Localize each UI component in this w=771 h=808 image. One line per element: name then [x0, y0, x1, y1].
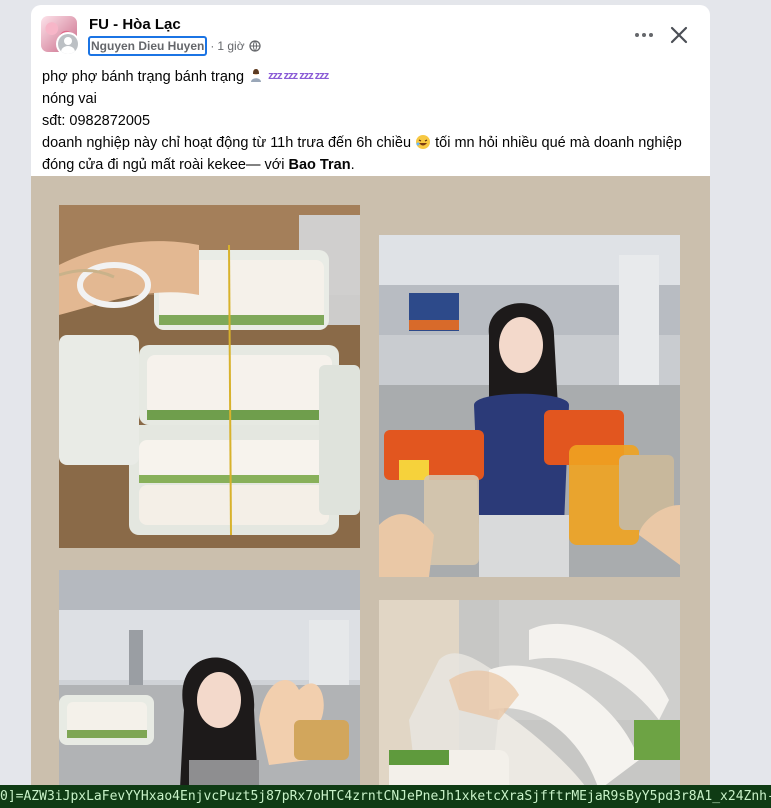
default-user-icon [58, 34, 78, 54]
person-meditating-icon [251, 69, 262, 82]
photo-image [59, 205, 360, 548]
meta-separator: · [210, 39, 215, 53]
more-horizontal-icon[interactable] [629, 25, 659, 45]
photo-girl-roll-box[interactable] [59, 570, 360, 808]
post-time[interactable]: 1 giờ [217, 39, 244, 53]
post-line-4a: doanh nghiệp này chỉ hoạt động từ 11h tr… [42, 135, 412, 151]
status-url: 0]=AZW3iJpxLaFevYYHxao4EnjvcPuzt5j87pRx7… [0, 785, 771, 808]
globe-icon[interactable] [248, 40, 261, 52]
post-line-2: nóng vai [42, 91, 97, 107]
photo-girl-snacks[interactable] [379, 235, 680, 577]
post-text: phợ phợ bánh trạng bánh trạng zzz zzz zz… [42, 65, 682, 176]
rolling-laughing-icon [416, 135, 431, 149]
photo-image [379, 600, 680, 808]
post-card: FU - Hòa Lạc Nguyen Dieu Huyen · 1 giờ p… [31, 5, 710, 808]
mention-link[interactable]: Bao Tran [289, 157, 351, 173]
avatar[interactable] [56, 32, 80, 56]
photo-image [59, 570, 360, 808]
post-meta: Nguyen Dieu Huyen · 1 giờ [88, 36, 261, 56]
post-line-1: phợ phợ bánh trạng bánh trạng [42, 69, 245, 85]
post-line-3: sđt: 0982872005 [42, 113, 151, 129]
photo-image [379, 235, 680, 577]
close-icon[interactable] [667, 23, 691, 47]
author-name[interactable]: Nguyen Dieu Huyen [88, 36, 208, 56]
zzz-emoji-icon: zzz zzz zzz zzz [268, 70, 329, 82]
photo-grid [31, 176, 710, 808]
post-line-end: . [350, 157, 355, 173]
post-line: doanh nghiệp này chỉ hoạt động từ 11h tr… [42, 132, 682, 176]
post-header: FU - Hòa Lạc Nguyen Dieu Huyen · 1 giờ [31, 5, 710, 65]
post-line: phợ phợ bánh trạng bánh trạng zzz zzz zz… [42, 65, 682, 88]
photo-rice-paper-boxes[interactable] [59, 205, 360, 548]
photo-hand-rolls[interactable] [379, 600, 680, 808]
group-name[interactable]: FU - Hòa Lạc [89, 16, 181, 33]
